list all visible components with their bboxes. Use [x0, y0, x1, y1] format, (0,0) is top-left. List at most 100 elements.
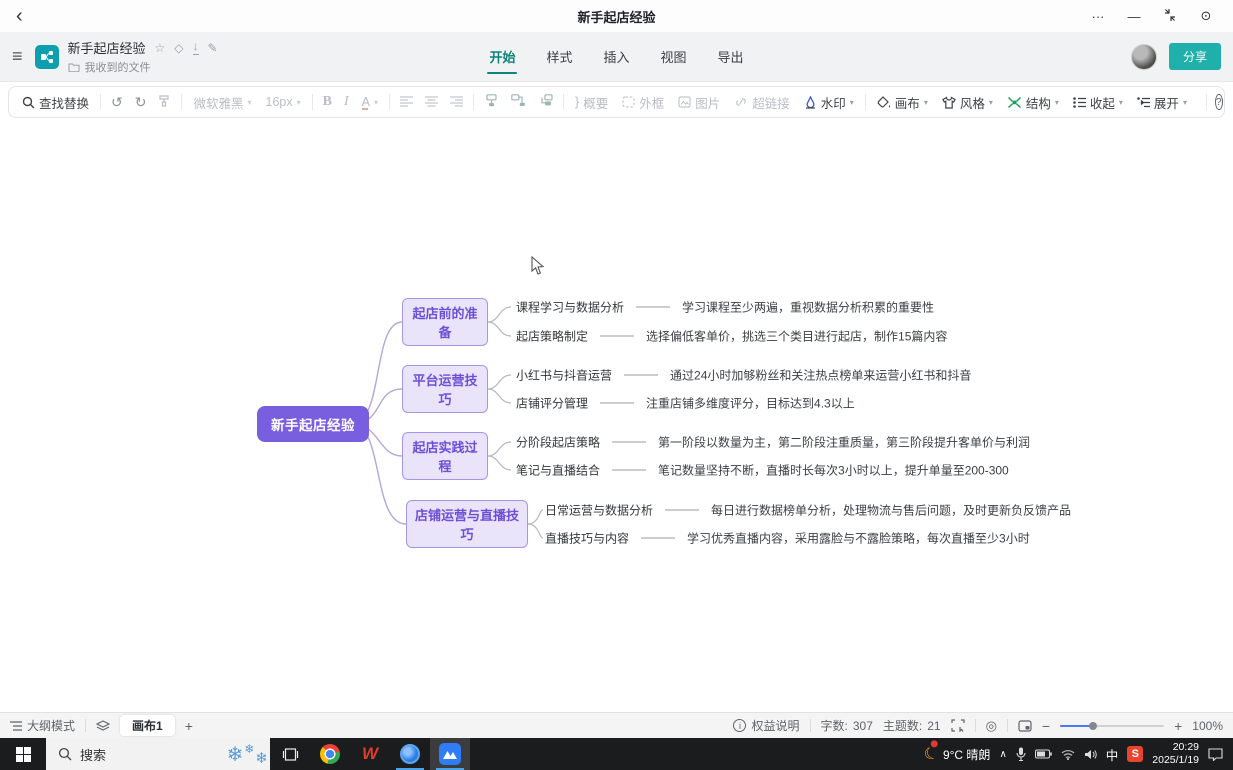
- tab-style[interactable]: 样式: [544, 43, 574, 70]
- topic-desc[interactable]: 选择偏低客单价，挑选三个类目进行起店，制作15篇内容: [646, 328, 947, 345]
- mindmap-root-node[interactable]: 新手起店经验: [257, 406, 369, 442]
- minimap-icon[interactable]: [1018, 720, 1032, 732]
- taskbar-clock[interactable]: 20:29 2025/1/19: [1152, 741, 1199, 767]
- style-button[interactable]: 风格 ▾: [939, 91, 996, 114]
- canvas-button[interactable]: 画布 ▾: [874, 91, 931, 114]
- topic-connector: [600, 403, 634, 404]
- wifi-icon[interactable]: [1061, 749, 1075, 760]
- topic-title[interactable]: 笔记与直播结合: [516, 462, 600, 479]
- insert-subtopic-icon[interactable]: [482, 94, 501, 110]
- sogou-ime-icon[interactable]: S: [1127, 746, 1143, 762]
- font-color-button[interactable]: A ▾: [359, 93, 381, 111]
- user-avatar[interactable]: [1131, 44, 1157, 70]
- topic-title[interactable]: 日常运营与数据分析: [545, 502, 653, 519]
- insert-topic-icon[interactable]: [509, 94, 528, 110]
- ime-indicator[interactable]: 中: [1106, 745, 1119, 764]
- add-canvas-button[interactable]: +: [185, 718, 193, 734]
- help-icon[interactable]: ?: [1215, 94, 1223, 110]
- frame-button[interactable]: 外框: [619, 91, 667, 114]
- zoom-out-button[interactable]: −: [1042, 718, 1050, 734]
- mindmap-app-icon[interactable]: [430, 738, 470, 770]
- taskbar-search-box[interactable]: 搜索 ❄ ❄ ❄: [46, 738, 270, 770]
- topic-desc[interactable]: 通过24小时加够粉丝和关注热点榜单来运营小红书和抖音: [670, 367, 971, 384]
- zoom-in-button[interactable]: +: [1174, 718, 1182, 734]
- mindmap-canvas[interactable]: 新手起店经验 起店前的准备 平台运营技巧 起店实践过程 店铺运营与直播技巧 课程…: [0, 122, 1233, 712]
- rights-info-button[interactable]: i 权益说明: [733, 717, 799, 734]
- branch-node[interactable]: 店铺运营与直播技巧: [406, 500, 528, 548]
- notification-center-icon[interactable]: [1208, 748, 1223, 761]
- tab-view[interactable]: 视图: [659, 43, 689, 70]
- battery-icon[interactable]: [1035, 749, 1052, 759]
- pin-mode-icon[interactable]: ⊙: [1193, 8, 1219, 24]
- favorite-star-icon[interactable]: ☆: [155, 41, 166, 55]
- zoom-slider[interactable]: [1060, 725, 1164, 727]
- topic-title[interactable]: 小红书与抖音运营: [516, 367, 612, 384]
- bold-button[interactable]: B: [321, 94, 334, 110]
- align-left-icon[interactable]: [398, 94, 415, 110]
- fit-screen-icon[interactable]: [951, 719, 965, 732]
- branch-node[interactable]: 起店实践过程: [402, 432, 488, 480]
- minimize-icon[interactable]: —: [1121, 9, 1147, 24]
- watermark-button[interactable]: 水印 ▾: [801, 91, 857, 114]
- divider: [100, 94, 101, 110]
- search-placeholder: 搜索: [80, 745, 106, 764]
- tab-start[interactable]: 开始: [487, 43, 517, 70]
- italic-button[interactable]: I: [342, 94, 351, 110]
- summary-button[interactable]: } 概要: [572, 91, 611, 114]
- redo-icon[interactable]: ↻: [133, 94, 149, 111]
- tab-export[interactable]: 导出: [716, 43, 746, 70]
- locate-center-icon[interactable]: ◎: [986, 718, 997, 734]
- tray-expand-icon[interactable]: ∧: [999, 749, 1006, 760]
- rename-edit-icon[interactable]: ✎: [208, 41, 218, 55]
- weather-widget[interactable]: ☾ 9°C 晴朗: [924, 744, 991, 764]
- collapse-button[interactable]: 收起 ▾: [1070, 91, 1126, 114]
- topic-title[interactable]: 分阶段起店策略: [516, 434, 600, 451]
- document-meta: 新手起店经验 ☆ ◇ ↓ ✎ 我收到的文件: [68, 38, 218, 75]
- zoom-slider-knob[interactable]: [1089, 722, 1097, 730]
- document-location[interactable]: 我收到的文件: [85, 59, 151, 75]
- microphone-icon[interactable]: [1016, 747, 1026, 761]
- branch-node[interactable]: 平台运营技巧: [402, 365, 488, 413]
- hyperlink-button[interactable]: 超链接: [731, 91, 793, 114]
- back-icon[interactable]: ‹: [0, 1, 39, 31]
- more-options-icon[interactable]: ···: [1085, 9, 1111, 24]
- share-button[interactable]: 分享: [1169, 43, 1221, 70]
- layers-icon[interactable]: [96, 720, 110, 732]
- start-button[interactable]: [0, 738, 46, 770]
- zoom-level[interactable]: 100%: [1192, 719, 1223, 733]
- topic-title[interactable]: 店铺评分管理: [516, 395, 588, 412]
- topic-desc[interactable]: 第一阶段以数量为主，第二阶段注重质量，第三阶段提升客单价与利润: [658, 434, 1030, 451]
- topic-desc[interactable]: 笔记数量坚持不断，直播时长每次3小时以上，提升单量至200-300: [658, 462, 1009, 479]
- font-family-select[interactable]: 微软雅黑 ▾: [190, 91, 254, 114]
- restore-icon[interactable]: [1157, 9, 1183, 24]
- expand-button[interactable]: 展开 ▾: [1134, 91, 1190, 114]
- main-menu-icon[interactable]: ≡: [0, 46, 35, 67]
- topic-desc[interactable]: 学习优秀直播内容，采用露脸与不露脸策略，每次直播至少3小时: [687, 530, 1030, 547]
- topic-title[interactable]: 课程学习与数据分析: [516, 299, 624, 316]
- topic-title[interactable]: 起店策略制定: [516, 328, 588, 345]
- topic-desc[interactable]: 每日进行数据榜单分析，处理物流与售后问题，及时更新负反馈产品: [711, 502, 1071, 519]
- browser-app-icon[interactable]: [390, 738, 430, 770]
- align-right-icon[interactable]: [448, 94, 465, 110]
- topic-desc[interactable]: 学习课程至少两遍，重视数据分析积累的重要性: [682, 299, 934, 316]
- undo-icon[interactable]: ↺: [109, 94, 125, 111]
- outline-mode-button[interactable]: 大纲模式: [10, 717, 75, 734]
- insert-parent-topic-icon[interactable]: [536, 94, 555, 110]
- format-painter-icon[interactable]: [156, 94, 173, 110]
- image-button[interactable]: 图片: [675, 91, 723, 114]
- structure-button[interactable]: 结构 ▾: [1004, 91, 1062, 114]
- tab-insert[interactable]: 插入: [601, 43, 631, 70]
- download-icon[interactable]: ↓: [193, 41, 199, 55]
- canvas-tab-1[interactable]: 画布1: [120, 715, 175, 736]
- speaker-icon[interactable]: [1084, 749, 1097, 760]
- task-view-button[interactable]: [270, 738, 310, 770]
- topic-title[interactable]: 直播技巧与内容: [545, 530, 629, 547]
- font-size-select[interactable]: 16px ▾: [263, 93, 304, 111]
- chrome-app-icon[interactable]: [310, 738, 350, 770]
- wps-app-icon[interactable]: W: [350, 738, 390, 770]
- branch-node[interactable]: 起店前的准备: [402, 298, 488, 346]
- tag-icon[interactable]: ◇: [174, 41, 183, 55]
- topic-desc[interactable]: 注重店铺多维度评分，目标达到4.3以上: [646, 395, 855, 412]
- find-replace-button[interactable]: 查找替换: [19, 91, 92, 114]
- align-center-icon[interactable]: [423, 94, 440, 110]
